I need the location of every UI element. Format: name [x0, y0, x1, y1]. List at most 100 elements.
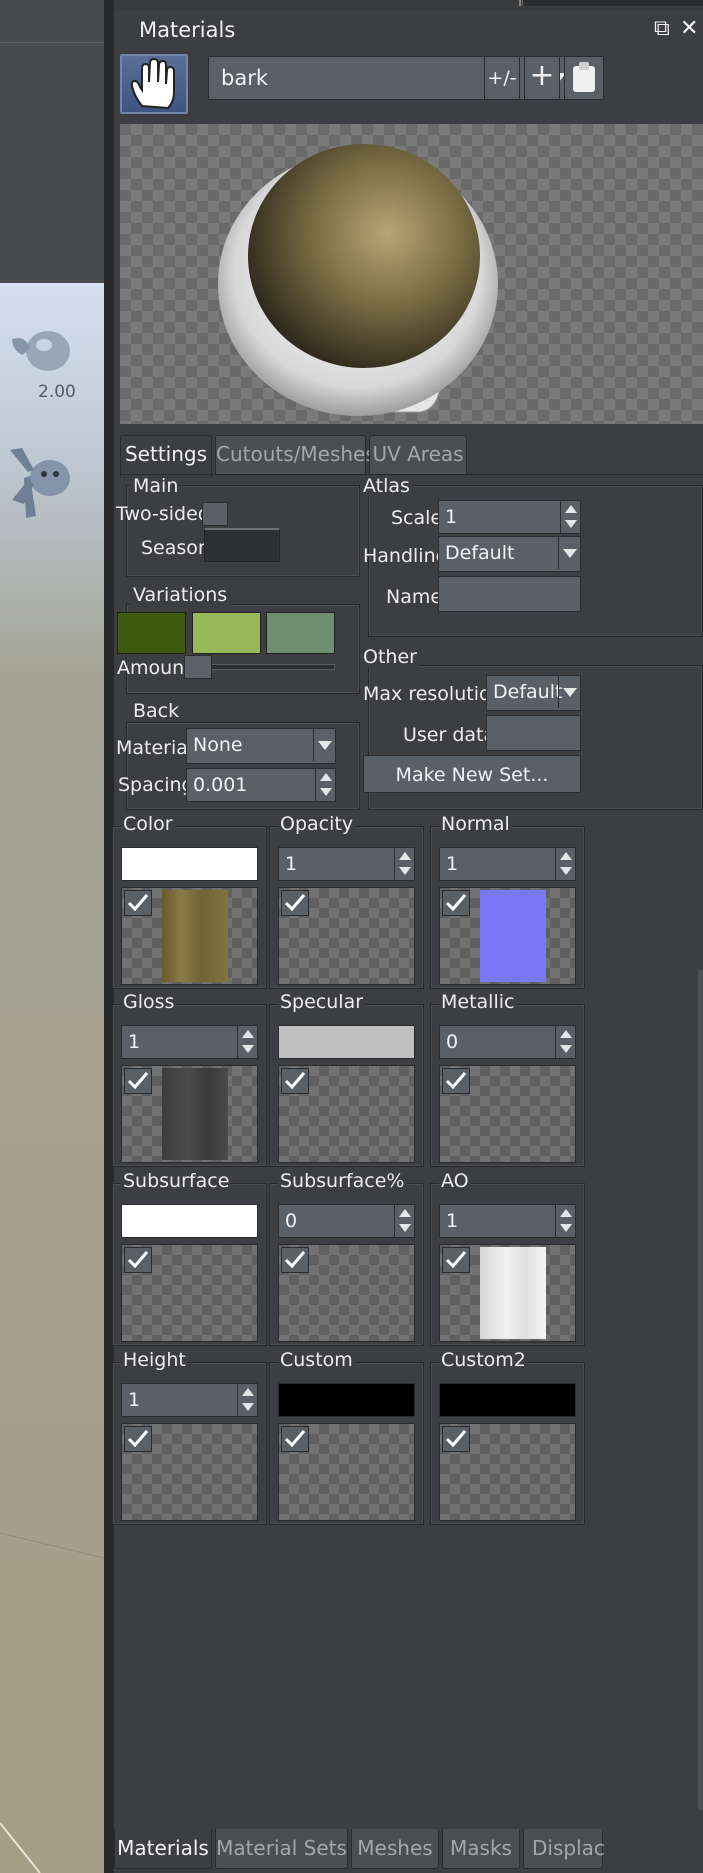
wind-fan-icon[interactable] [6, 430, 72, 522]
close-icon[interactable]: ✕ [680, 16, 698, 41]
channel-texture-slot[interactable] [121, 1065, 258, 1163]
channel-spinner[interactable] [555, 1026, 575, 1058]
channel-texture-slot[interactable] [278, 1065, 415, 1163]
spacing-spinner[interactable] [315, 769, 335, 801]
two-sided-checkbox[interactable] [202, 502, 228, 526]
variation-color-2[interactable] [192, 612, 261, 654]
scale-label: Scale [391, 507, 443, 529]
tab-cutouts-meshes[interactable]: Cutouts/Meshes [215, 435, 376, 475]
channel-label: Specular [278, 991, 366, 1013]
max-resolution-label: Max resolution [363, 683, 503, 705]
channel-color-swatch[interactable] [121, 847, 258, 881]
spacing-label: Spacing [118, 774, 194, 796]
back-material-select[interactable]: None [186, 728, 336, 764]
restore-icon[interactable]: ⧉ [654, 16, 670, 41]
channel-spinner[interactable] [237, 1384, 257, 1416]
paste-button[interactable] [564, 56, 604, 100]
channel-texture-slot[interactable] [121, 1423, 258, 1521]
handling-select[interactable]: Default [438, 536, 581, 572]
amount-slider-handle[interactable] [184, 655, 212, 679]
scale-spinner[interactable] [560, 501, 580, 533]
panel-titlebar[interactable]: Materials ⧉ ✕ [114, 10, 703, 50]
channel-enabled-checkbox[interactable] [124, 1247, 152, 1273]
season-color-field[interactable] [204, 528, 280, 562]
channel-texture-slot[interactable] [439, 887, 576, 985]
channel-label: Subsurface% [278, 1170, 407, 1192]
channel-value-input[interactable]: 1 [121, 1383, 258, 1417]
channel-enabled-checkbox[interactable] [442, 890, 470, 916]
channel-spinner[interactable] [555, 848, 575, 880]
channel-value: 1 [128, 1031, 141, 1053]
channel-texture-slot[interactable] [439, 1244, 576, 1342]
channel-color-swatch[interactable] [121, 1204, 258, 1238]
add-material-button[interactable]: + [524, 56, 560, 100]
spacing-input[interactable]: 0.001 [186, 768, 336, 802]
user-data-input[interactable] [486, 715, 581, 751]
bottom-tab-materials[interactable]: Materials [114, 1829, 212, 1869]
season-label: Season [141, 537, 210, 559]
channel-enabled-checkbox[interactable] [281, 1426, 309, 1452]
material-preview[interactable] [120, 124, 703, 424]
bottom-tab-masks[interactable]: Masks [442, 1829, 520, 1869]
max-resolution-select[interactable]: Default [486, 675, 581, 711]
viewport[interactable]: 2.00 [0, 0, 114, 1873]
channel-spinner[interactable] [555, 1205, 575, 1237]
channel-texture-slot[interactable] [439, 1423, 576, 1521]
channel-label: Normal [439, 813, 512, 835]
channel-texture-slot[interactable] [278, 887, 415, 985]
channel-value-input[interactable]: 1 [278, 847, 415, 881]
channel-color-swatch[interactable] [439, 1383, 576, 1417]
two-sided-label: Two-sided [116, 503, 210, 525]
channel-custom2: Custom2 [430, 1349, 585, 1525]
channel-texture-slot[interactable] [121, 887, 258, 985]
checkmark-icon [127, 1430, 149, 1448]
channel-texture-slot[interactable] [439, 1065, 576, 1163]
channel-texture-slot[interactable] [278, 1423, 415, 1521]
channel-spinner[interactable] [394, 848, 414, 880]
channel-value-input[interactable]: 0 [439, 1025, 576, 1059]
chevron-down-icon[interactable] [313, 729, 335, 761]
channel-spinner[interactable] [237, 1026, 257, 1058]
channel-value-input[interactable]: 1 [121, 1025, 258, 1059]
channel-label: Subsurface [121, 1170, 232, 1192]
channel-enabled-checkbox[interactable] [442, 1426, 470, 1452]
channel-enabled-checkbox[interactable] [281, 890, 309, 916]
channel-enabled-checkbox[interactable] [124, 1426, 152, 1452]
channel-gloss: Gloss 1 [112, 991, 267, 1167]
channel-enabled-checkbox[interactable] [442, 1247, 470, 1273]
panel-scrollbar[interactable] [698, 970, 703, 1810]
spacing-value: 0.001 [193, 774, 248, 796]
bottom-tab-material-sets[interactable]: Material Sets [215, 1829, 348, 1869]
channel-enabled-checkbox[interactable] [442, 1068, 470, 1094]
lightbulb-icon[interactable] [8, 325, 72, 381]
handling-label: Handling [363, 545, 448, 567]
channel-enabled-checkbox[interactable] [281, 1068, 309, 1094]
make-new-set-button[interactable]: Make New Set... [363, 755, 581, 793]
tab-settings[interactable]: Settings [120, 435, 212, 477]
channel-value-input[interactable]: 0 [278, 1204, 415, 1238]
channel-color-swatch[interactable] [278, 1383, 415, 1417]
variation-color-3[interactable] [266, 612, 335, 654]
channel-texture-slot[interactable] [121, 1244, 258, 1342]
other-group-title: Other [360, 646, 420, 668]
channel-enabled-checkbox[interactable] [124, 890, 152, 916]
channel-color-swatch[interactable] [278, 1025, 415, 1059]
bottom-tab-displacement[interactable]: Displac [523, 1829, 605, 1869]
hand-pick-button[interactable] [120, 54, 188, 114]
channel-spinner[interactable] [394, 1205, 414, 1237]
bottom-tab-meshes[interactable]: Meshes [351, 1829, 439, 1869]
channel-enabled-checkbox[interactable] [281, 1247, 309, 1273]
channel-texture-slot[interactable] [278, 1244, 415, 1342]
add-remove-button[interactable]: +/- [484, 56, 520, 100]
chevron-down-icon[interactable] [558, 537, 580, 569]
variation-color-1[interactable] [117, 612, 186, 654]
chevron-down-icon[interactable] [558, 676, 580, 708]
scale-input[interactable]: 1 [438, 500, 581, 534]
name-input[interactable] [438, 576, 581, 612]
channel-value-input[interactable]: 1 [439, 847, 576, 881]
channel-enabled-checkbox[interactable] [124, 1068, 152, 1094]
tab-uv-areas[interactable]: UV Areas [369, 435, 467, 475]
material-preview-sphere [218, 144, 498, 416]
viewport-divider [0, 42, 104, 43]
channel-value-input[interactable]: 1 [439, 1204, 576, 1238]
